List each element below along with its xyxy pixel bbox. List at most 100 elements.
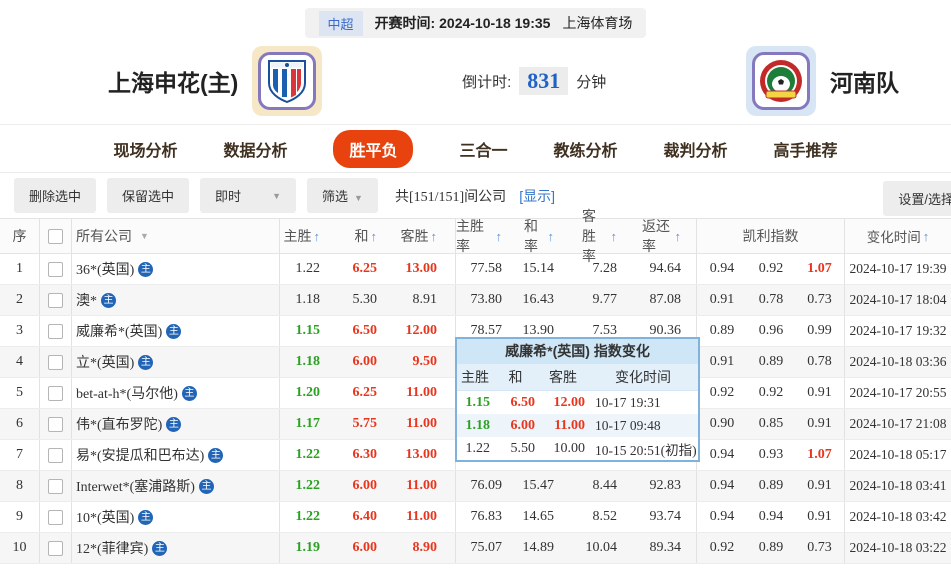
league-badge[interactable]: 中超	[318, 10, 363, 36]
company-cell[interactable]: 立*(英国) 主	[72, 347, 280, 377]
tab-three-in-one[interactable]: 三合一	[459, 137, 507, 161]
home-odds-cell: 1.22	[295, 261, 321, 276]
countdown-label: 倒计时:	[462, 73, 512, 91]
row-checkbox[interactable]	[48, 540, 63, 556]
company-cell[interactable]: 10*(英国) 主	[72, 502, 280, 532]
home-badge-icon: 主	[198, 478, 214, 494]
popup-change-time: 10-15 20:51(初指)	[595, 442, 697, 458]
kelly-draw-cell: 0.92	[758, 385, 784, 400]
instant-dropdown[interactable]: 即时 ▼	[200, 178, 297, 213]
popup-header-away: 客胜	[549, 369, 577, 385]
company-name: 易*(安提瓜和巴布达)	[76, 449, 205, 464]
popup-header-draw: 和	[508, 369, 523, 385]
home-odds-cell: 1.22	[295, 447, 321, 462]
toolbar: 删除选中 保留选中 即时 ▼ 筛选 ▼ 共[151/151]间公司 [显示] 设置/…	[0, 172, 951, 218]
row-checkbox[interactable]	[48, 447, 63, 463]
tab-expert-recommend[interactable]: 高手推荐	[774, 137, 838, 161]
away-team-name: 河南队	[830, 70, 899, 96]
row-checkbox[interactable]	[48, 354, 63, 370]
tab-data-analysis[interactable]: 数据分析	[223, 137, 287, 161]
popup-home-odds: 1.22	[465, 440, 491, 456]
away-rate-cell: 8.52	[592, 509, 618, 524]
away-team-logo	[746, 46, 816, 116]
table-row: 10 12*(菲律宾) 主 1.19 6.00 8.90 75.07 14.89 …	[0, 533, 951, 564]
company-cell[interactable]: 36*(英国) 主	[72, 254, 280, 284]
table-row: 9 10*(英国) 主 1.22 6.40 11.00 76.83 14.65 8…	[0, 502, 951, 533]
kelly-home-cell: 0.91	[709, 292, 735, 307]
row-index: 6	[0, 409, 40, 439]
row-checkbox-cell	[40, 316, 72, 346]
header-draw-rate-label: 和率	[524, 218, 538, 254]
kelly-home-cell: 0.92	[709, 385, 735, 400]
company-name: 立*(英国)	[76, 356, 135, 371]
draw-rate-cell: 15.47	[522, 478, 555, 493]
company-cell[interactable]: 威廉希*(英国) 主	[72, 316, 280, 346]
popup-header-home: 主胜	[461, 369, 489, 385]
return-rate-cell: 92.83	[642, 471, 697, 501]
odds-table-header: 序 所有公司 ▼ 主胜 ↑ 和 ↑ 客胜 ↑ 主胜率 ↑ 和率 ↑ 客胜率 ↑ 返还率 ↑ 凯利…	[0, 208, 951, 264]
row-checkbox[interactable]	[48, 478, 63, 494]
show-link[interactable]: [显示]	[519, 186, 555, 206]
row-index: 9	[0, 502, 40, 532]
popup-away-odds: 12.00	[553, 394, 586, 410]
filter-dropdown[interactable]: 筛选 ▼	[307, 178, 378, 213]
header-draw-odds[interactable]: 和 ↑	[328, 219, 392, 253]
company-cell[interactable]: Interwet*(塞浦路斯) 主	[72, 471, 280, 501]
home-rate-cell: 75.07	[470, 540, 503, 555]
odds-change-popup: 威廉希*(英国) 指数变化 主胜 和 客胜 变化时间 1.15 6.50 12.…	[455, 337, 700, 462]
change-time-cell: 2024-10-17 20:55	[849, 385, 947, 400]
tab-win-draw-lose[interactable]: 胜平负	[333, 129, 414, 168]
change-time-cell: 2024-10-17 19:32	[849, 323, 947, 338]
row-checkbox[interactable]	[48, 509, 63, 525]
sort-asc-icon: ↑	[430, 228, 438, 244]
kelly-home-cell: 0.89	[709, 323, 735, 338]
kelly-away-cell: 1.07	[795, 440, 845, 470]
row-checkbox[interactable]	[48, 385, 63, 401]
match-info-bar: 中超 开赛时间: 2024-10-18 19:35 上海体育场	[304, 8, 647, 38]
company-cell[interactable]: 易*(安提瓜和巴布达) 主	[72, 440, 280, 470]
delete-selected-button[interactable]: 删除选中	[14, 178, 97, 213]
countdown-unit: 分钟	[576, 73, 607, 91]
header-home-odds[interactable]: 主胜 ↑	[280, 219, 328, 253]
draw-odds-cell: 6.00	[352, 478, 378, 493]
row-checkbox[interactable]	[48, 416, 63, 432]
row-checkbox[interactable]	[48, 261, 63, 277]
tab-referee-analysis[interactable]: 裁判分析	[664, 137, 728, 161]
popup-change-time: 10-17 19:31	[595, 394, 661, 410]
header-home-rate[interactable]: 主胜率 ↑	[456, 218, 524, 254]
settings-select-button[interactable]: 设置/选择	[883, 181, 951, 216]
tab-coach-analysis[interactable]: 教练分析	[554, 137, 618, 161]
row-checkbox[interactable]	[48, 292, 63, 308]
header-draw-rate[interactable]: 和率 ↑	[524, 218, 582, 254]
kickoff-time: 开赛时间: 2024-10-18 19:35	[375, 13, 551, 33]
kelly-home-cell: 0.90	[709, 416, 735, 431]
popup-body: 1.15 6.50 12.00 10-17 19:31 1.18 6.00 11…	[457, 391, 698, 460]
header-change-time[interactable]: 变化时间 ↑	[845, 219, 951, 253]
draw-rate-cell: 14.89	[522, 540, 555, 555]
row-checkbox[interactable]	[48, 323, 63, 339]
company-cell[interactable]: 伟*(直布罗陀) 主	[72, 409, 280, 439]
sort-asc-icon: ↑	[313, 228, 321, 244]
row-index: 3	[0, 316, 40, 346]
select-all-checkbox[interactable]	[48, 228, 63, 244]
kelly-home-cell: 0.94	[709, 261, 735, 276]
company-cell[interactable]: 澳* 主	[72, 285, 280, 315]
row-index: 8	[0, 471, 40, 501]
tab-live-analysis[interactable]: 现场分析	[113, 137, 177, 161]
away-odds-cell: 11.00	[392, 409, 456, 439]
row-checkbox-cell	[40, 533, 72, 563]
kelly-away-cell: 0.91	[795, 471, 845, 501]
header-return-rate[interactable]: 返还率 ↑	[642, 218, 697, 254]
away-odds-cell: 11.00	[392, 378, 456, 408]
company-cell[interactable]: 12*(菲律宾) 主	[72, 533, 280, 563]
header-company[interactable]: 所有公司 ▼	[72, 219, 280, 253]
kelly-draw-cell: 0.89	[758, 354, 784, 369]
change-time-cell: 2024-10-17 18:04	[849, 292, 947, 307]
header-away-rate[interactable]: 客胜率 ↑	[582, 208, 642, 264]
row-checkbox-cell	[40, 285, 72, 315]
away-odds-cell: 13.00	[392, 440, 456, 470]
header-away-odds[interactable]: 客胜 ↑	[392, 219, 456, 253]
away-rate-cell: 7.28	[592, 261, 618, 276]
company-cell[interactable]: bet-at-h*(马尔他) 主	[72, 378, 280, 408]
keep-selected-button[interactable]: 保留选中	[107, 178, 190, 213]
